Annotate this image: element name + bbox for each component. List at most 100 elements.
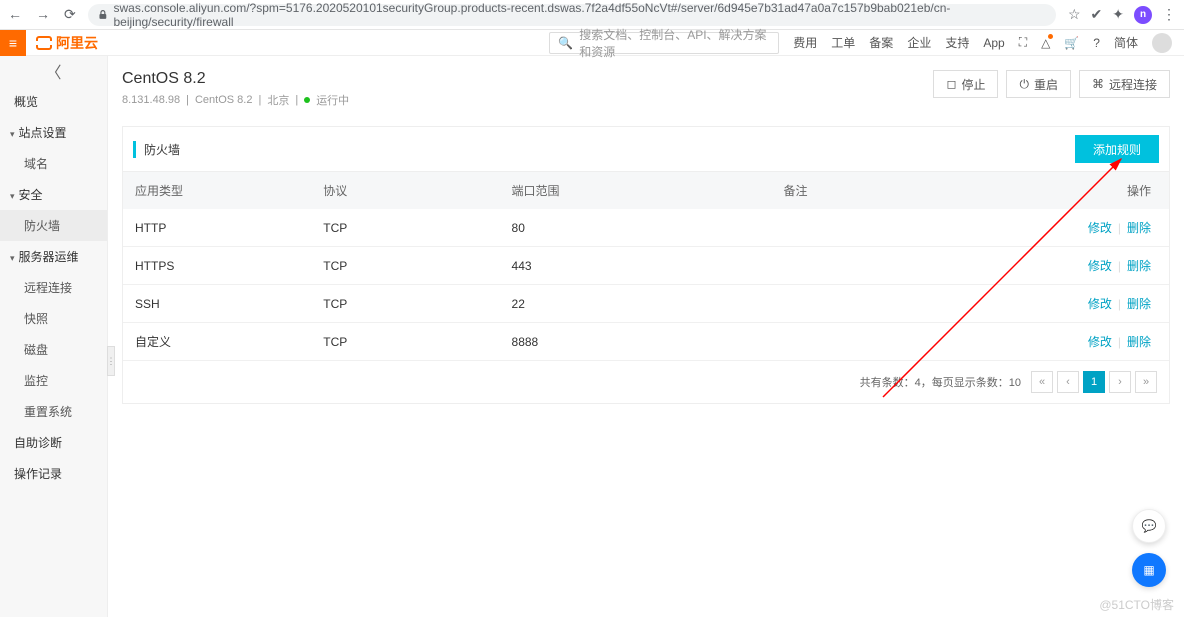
remote-label: 远程连接 — [1109, 76, 1157, 93]
logo-text: 阿里云 — [56, 33, 98, 53]
sidebar-item-disk[interactable]: 磁盘 — [0, 334, 107, 365]
sidebar-item-domain[interactable]: 域名 — [0, 148, 107, 179]
remote-button[interactable]: ⌘远程连接 — [1079, 70, 1170, 98]
col-port: 端口范围 — [500, 172, 772, 209]
table-header-row: 应用类型 协议 端口范围 备注 操作 — [123, 172, 1169, 209]
logo[interactable]: 阿里云 — [36, 33, 98, 53]
bell-icon[interactable]: △ — [1041, 36, 1050, 50]
delete-link[interactable]: 删除 — [1127, 221, 1151, 235]
footer-total: 共有条数：4，每页显示条数：10 — [860, 374, 1021, 390]
grid-icon: ▦ — [1143, 563, 1154, 577]
reload-icon[interactable]: ⟳ — [64, 6, 76, 23]
sidebar-item-firewall[interactable]: 防火墙 — [0, 210, 107, 241]
apps-float-button[interactable]: ▦ — [1132, 553, 1166, 587]
power-icon: ⏻ — [1019, 77, 1029, 92]
help-icon[interactable]: ? — [1093, 36, 1100, 50]
sidebar: 〈 概览 站点设置 域名 安全 防火墙 服务器运维 远程连接 快照 磁盘 监控 … — [0, 56, 108, 617]
search-icon: 🔍 — [558, 36, 573, 50]
header-right: 🔍 搜索文档、控制台、API、解决方案和资源 费用 工单 备案 企业 支持 Ap… — [549, 32, 1184, 54]
delete-link[interactable]: 删除 — [1127, 335, 1151, 349]
edit-link[interactable]: 修改 — [1088, 221, 1112, 235]
pager-prev[interactable]: ‹ — [1057, 371, 1079, 393]
back-icon[interactable]: ← — [8, 6, 22, 23]
restart-button[interactable]: ⏻ 重启 — [1006, 70, 1071, 98]
sidebar-item-reset[interactable]: 重置系统 — [0, 396, 107, 427]
extension-icon[interactable]: ✦ — [1112, 6, 1124, 23]
edit-link[interactable]: 修改 — [1088, 259, 1112, 273]
status-dot-icon — [304, 97, 310, 103]
avatar[interactable] — [1152, 33, 1172, 53]
col-remark: 备注 — [771, 172, 1001, 209]
content: CentOS 8.2 8.131.48.98 | CentOS 8.2 | 北京… — [108, 56, 1184, 617]
cell-op: 修改|删除 — [1002, 285, 1169, 323]
search-placeholder: 搜索文档、控制台、API、解决方案和资源 — [579, 26, 770, 60]
url-text: swas.console.aliyun.com/?spm=5176.202052… — [113, 1, 1045, 29]
star-icon[interactable]: ☆ — [1068, 6, 1081, 23]
nav-beian[interactable]: 备案 — [869, 34, 893, 51]
cell-op: 修改|删除 — [1002, 209, 1169, 247]
edit-link[interactable]: 修改 — [1088, 297, 1112, 311]
sidebar-item-remote[interactable]: 远程连接 — [0, 272, 107, 303]
stop-button[interactable]: ◻停止 — [933, 70, 998, 98]
stop-icon: ◻ — [946, 77, 956, 91]
delete-link[interactable]: 删除 — [1127, 259, 1151, 273]
nav-ticket[interactable]: 工单 — [831, 34, 855, 51]
add-rule-button[interactable]: 添加规则 — [1075, 135, 1159, 163]
page-buttons: ◻停止 ⏻ 重启 ⌘远程连接 — [933, 70, 1170, 98]
sidebar-group-site[interactable]: 站点设置 — [0, 117, 107, 148]
search-input[interactable]: 🔍 搜索文档、控制台、API、解决方案和资源 — [549, 32, 779, 54]
sidebar-group-security[interactable]: 安全 — [0, 179, 107, 210]
chat-float-button[interactable]: 💬 — [1132, 509, 1166, 543]
firewall-panel: 防火墙 添加规则 应用类型 协议 端口范围 备注 操作 HTTPTCP80修改|… — [122, 126, 1170, 404]
cell-remark — [771, 285, 1001, 323]
forward-icon[interactable]: → — [36, 6, 50, 23]
profile-extension-icon[interactable]: n — [1134, 6, 1152, 24]
screen-icon[interactable]: ⛶ — [1019, 35, 1027, 50]
sidebar-collapse[interactable]: 〈 — [0, 56, 107, 86]
sidebar-item-overview[interactable]: 概览 — [0, 86, 107, 117]
address-bar[interactable]: swas.console.aliyun.com/?spm=5176.202052… — [88, 4, 1056, 26]
pager: « ‹ 1 › » — [1031, 371, 1157, 393]
sidebar-item-oplog[interactable]: 操作记录 — [0, 458, 107, 489]
nav-fee[interactable]: 费用 — [793, 34, 817, 51]
cell-op: 修改|删除 — [1002, 323, 1169, 361]
cell-proto: TCP — [311, 285, 499, 323]
send-icon[interactable]: ✔ — [1091, 6, 1103, 23]
chat-icon: 💬 — [1142, 519, 1157, 533]
cell-remark — [771, 247, 1001, 285]
hamburger-button[interactable]: ≡ — [0, 30, 26, 56]
sidebar-group-ops[interactable]: 服务器运维 — [0, 241, 107, 272]
edit-link[interactable]: 修改 — [1088, 335, 1112, 349]
page-subtitle: 8.131.48.98 | CentOS 8.2 | 北京 | 运行中 — [122, 92, 349, 108]
delete-link[interactable]: 删除 — [1127, 297, 1151, 311]
cell-app: HTTPS — [123, 247, 311, 285]
sidebar-item-diagnose[interactable]: 自助诊断 — [0, 427, 107, 458]
cell-remark — [771, 323, 1001, 361]
pager-page-1[interactable]: 1 — [1083, 371, 1105, 393]
watermark: @51CTO博客 — [1099, 596, 1174, 613]
cell-app: HTTP — [123, 209, 311, 247]
nav-enterprise[interactable]: 企业 — [907, 34, 931, 51]
pager-last[interactable]: » — [1135, 371, 1157, 393]
nav-support[interactable]: 支持 — [945, 34, 969, 51]
pager-next[interactable]: › — [1109, 371, 1131, 393]
cell-app: 自定义 — [123, 323, 311, 361]
nav-app[interactable]: App — [983, 36, 1004, 50]
cell-proto: TCP — [311, 209, 499, 247]
col-op: 操作 — [1002, 172, 1169, 209]
cell-port: 22 — [500, 285, 772, 323]
sidebar-item-snapshot[interactable]: 快照 — [0, 303, 107, 334]
kebab-icon[interactable]: ⋮ — [1162, 6, 1176, 23]
cell-remark — [771, 209, 1001, 247]
pager-first[interactable]: « — [1031, 371, 1053, 393]
cell-port: 8888 — [500, 323, 772, 361]
lock-icon — [98, 10, 108, 20]
main-wrap: 〈 概览 站点设置 域名 安全 防火墙 服务器运维 远程连接 快照 磁盘 监控 … — [0, 56, 1184, 617]
lang-label[interactable]: 简体 — [1114, 34, 1138, 51]
sidebar-item-monitor[interactable]: 监控 — [0, 365, 107, 396]
restart-label: 重启 — [1034, 76, 1058, 93]
panel-title: 防火墙 — [133, 141, 180, 158]
table-row: HTTPSTCP443修改|删除 — [123, 247, 1169, 285]
table-footer: 共有条数：4，每页显示条数：10 « ‹ 1 › » — [123, 361, 1169, 403]
cart-icon[interactable]: 🛒 — [1064, 36, 1079, 50]
